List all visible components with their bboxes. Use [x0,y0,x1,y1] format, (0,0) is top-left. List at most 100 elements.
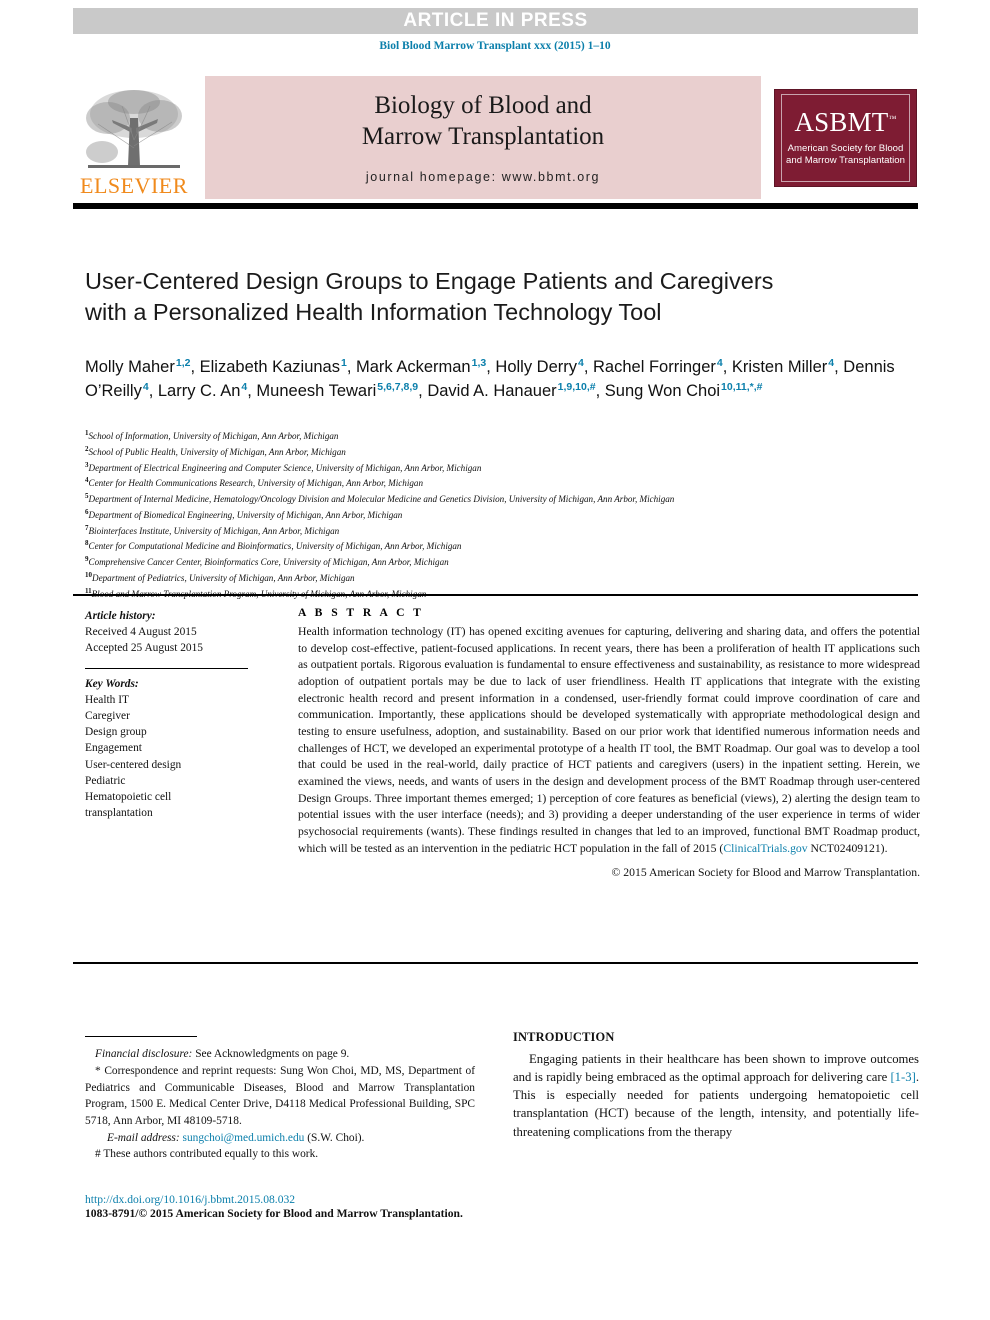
affiliation-item: 6Department of Biomedical Engineering, U… [85,507,925,523]
author-affiliation-marker: 4 [241,380,248,393]
author-affiliation-marker: 4 [578,356,584,369]
email-link[interactable]: sungchoi@med.umich.edu [183,1132,305,1144]
author-name: Muneesh Tewari [256,382,377,401]
equal-contribution-text: These authors contributed equally to thi… [100,1148,319,1161]
keyword-item: Design group [85,726,147,739]
introduction-section: INTRODUCTION Engaging patients in their … [513,1030,919,1141]
abstract-top-divider [73,594,918,596]
abstract-part-2: NCT02409121). [807,841,888,855]
keyword-item: Hematopoietic cell [85,790,172,803]
article-in-press-banner: ARTICLE IN PRESS [73,8,918,34]
page-footer: http://dx.doi.org/10.1016/j.bbmt.2015.08… [85,1193,685,1220]
keyword-item: Engagement [85,742,142,755]
keyword-item: transplantation [85,807,153,820]
abstract-bottom-divider [73,962,918,964]
affiliation-text: Comprehensive Cancer Center, Bioinformat… [88,557,449,568]
masthead-divider [73,203,918,209]
asbmt-fullname: American Society for Blood and Marrow Tr… [786,143,905,167]
affiliation-text: Biointerfaces Institute, University of M… [88,525,340,536]
introduction-heading: INTRODUCTION [513,1030,615,1044]
author-name: Elizabeth Kaziunas [199,358,340,376]
affiliation-text: School of Information, University of Mic… [88,431,339,442]
article-metadata: Article history: Received 4 August 2015 … [85,608,275,821]
abstract-section: A B S T R A C T Health information techn… [298,606,920,879]
financial-disclosure-note: Financial disclosure: See Acknowledgment… [85,1046,475,1063]
author-name: David A. Hanauer [427,382,557,401]
author-name: Molly Maher [85,358,175,376]
keyword-item: Caregiver [85,709,130,722]
issn-copyright: 1083-8791/© 2015 American Society for Bl… [85,1207,463,1220]
keyword-item: Pediatric [85,774,126,787]
author-affiliation-marker: 4 [828,356,835,369]
author-name: Larry C. An [157,382,241,401]
author-name: Holly Derry [495,358,577,376]
affiliation-item: 2School of Public Health, University of … [85,444,925,460]
author-affiliation-marker: 1 [340,356,347,369]
page-title: User-Centered Design Groups to Engage Pa… [85,267,774,325]
journal-homepage-link[interactable]: journal homepage: www.bbmt.org [366,170,600,184]
clinicaltrials-link[interactable]: ClinicalTrials.gov [723,842,807,855]
article-received-date: Received 4 August 2015 [85,626,197,639]
asbmt-logo: ASBMT™ American Society for Blood and Ma… [773,76,918,199]
abstract-part-1: Health information technology (IT) has o… [298,625,920,855]
journal-title: Biology of Blood and Marrow Transplantat… [362,91,604,152]
author-name: Sung Won Choi [604,382,721,401]
affiliation-text: School of Public Health, University of M… [88,446,346,457]
affiliation-number: 10 [85,570,92,579]
author-name: Mark Ackerman [356,358,471,376]
author-affiliation-marker: 1,3 [471,356,487,369]
affiliation-item: 8Center for Computational Medicine and B… [85,538,925,554]
keyword-item: User-centered design [85,758,182,771]
doi-link[interactable]: http://dx.doi.org/10.1016/j.bbmt.2015.08… [85,1193,685,1206]
journal-title-panel: Biology of Blood and Marrow Transplantat… [205,76,761,199]
metadata-divider [85,667,248,669]
elsevier-wordmark: ELSEVIER [80,173,188,198]
elsevier-logo: ELSEVIER [73,76,195,199]
email-label: E-mail address: [107,1131,180,1144]
elsevier-tree-icon [82,88,186,174]
author-name: Rachel Forringer [593,358,716,376]
author-affiliation-marker: 1,2 [175,356,191,369]
email-note: E-mail address: sungchoi@med.umich.edu (… [85,1130,475,1147]
article-history-label: Article history: [85,610,156,622]
affiliation-text: Department of Biomedical Engineering, Un… [88,509,403,520]
journal-citation: Biol Blood Marrow Transplant xxx (2015) … [379,40,611,52]
author-name: Kristen Miller [731,358,828,376]
author-affiliation-marker: 4 [142,380,149,393]
journal-title-line-2: Marrow Transplantation [361,122,605,150]
footnote-divider [85,1036,197,1038]
abstract-heading: A B S T R A C T [298,606,424,619]
correspondence-text: Correspondence and reprint requests: Sun… [85,1064,475,1127]
affiliation-item: 5Department of Internal Medicine, Hemato… [85,491,925,507]
affiliation-text: Center for Computational Medicine and Bi… [88,541,462,552]
journal-masthead: ELSEVIER Biology of Blood and Marrow Tra… [73,76,918,199]
trademark-icon: ™ [888,113,897,123]
author-affiliation-marker: 5,6,7,8,9 [377,380,419,393]
affiliation-item: 9Comprehensive Cancer Center, Bioinforma… [85,554,925,570]
email-suffix: (S.W. Choi). [304,1131,365,1144]
financial-disclosure-label: Financial disclosure: [95,1048,193,1061]
asbmt-fullname-line-2: and Marrow Transplantation [786,154,905,166]
author-affiliation-marker: 4 [716,356,723,369]
affiliation-text: Department of Pediatrics, University of … [92,572,355,583]
affiliation-item: 7Biointerfaces Institute, University of … [85,523,925,539]
keyword-item: Health IT [85,693,129,706]
journal-title-line-1: Biology of Blood and [374,92,592,119]
keyword-list: Health IT Caregiver Design group Engagement… [85,692,275,822]
author-affiliation-marker: 1,9,10,# [557,380,596,393]
article-in-press-label: ARTICLE IN PRESS [403,10,588,31]
financial-disclosure-text: See Acknowledgments on page 9. [192,1048,350,1061]
affiliation-item: 4Center for Health Communications Resear… [85,475,925,491]
affiliation-text: Department of Internal Medicine, Hematol… [88,494,675,505]
article-accepted-date: Accepted 25 August 2015 [85,642,203,655]
introduction-paragraph: Engaging patients in their healthcare ha… [513,1050,919,1141]
affiliation-text: Department of Electrical Engineering and… [88,462,482,473]
author-list: Molly Maher1,2, Elizabeth Kaziunas1, Mar… [85,356,895,401]
asbmt-fullname-line-1: American Society for Blood [787,142,904,154]
asbmt-acronym: ASBMT™ [794,106,897,137]
reference-link-1-3[interactable]: [1-3] [890,1070,915,1084]
footnotes-section: Financial disclosure: See Acknowledgment… [85,1036,475,1163]
correspondence-note: * Correspondence and reprint requests: S… [85,1063,475,1130]
affiliation-item: 3Department of Electrical Engineering an… [85,460,925,476]
affiliation-text: Center for Health Communications Researc… [88,478,424,489]
